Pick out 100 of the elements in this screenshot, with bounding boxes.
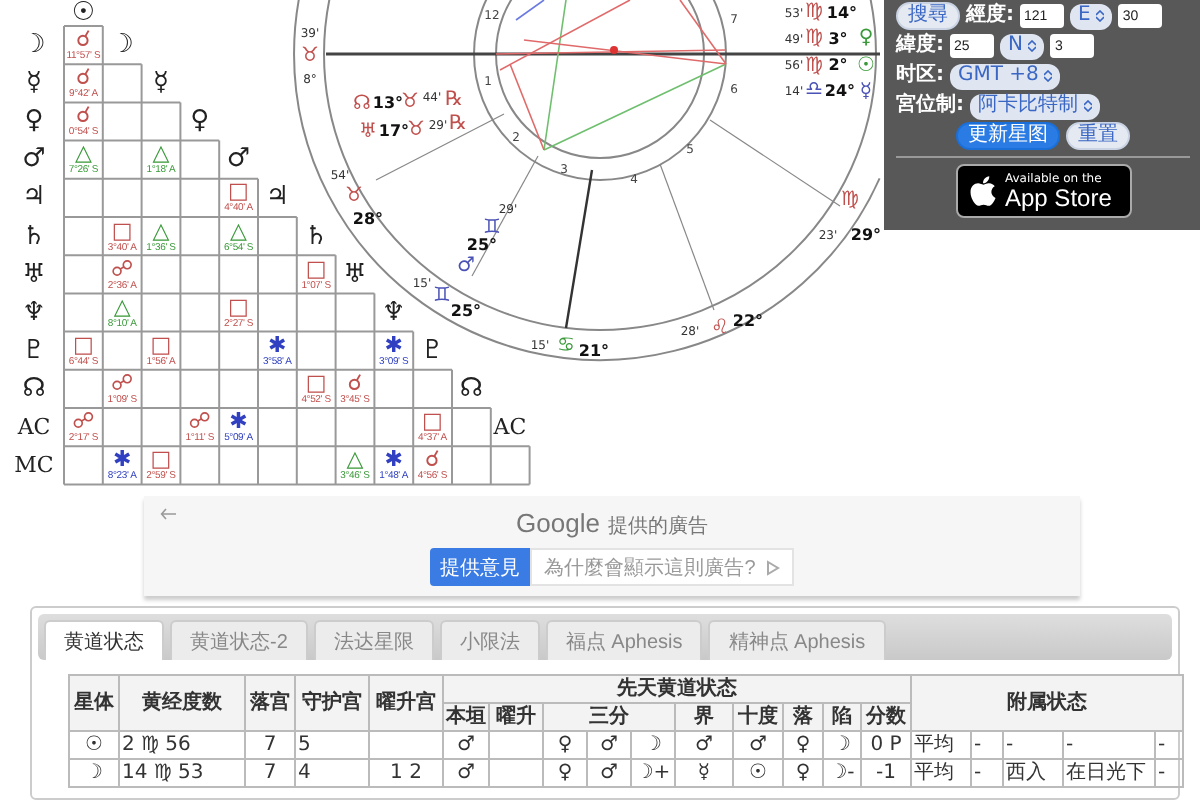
table-cell: ♀ [543,731,587,759]
action-button[interactable]: 搜尋 [896,2,960,30]
table-cell: ☉ [733,759,783,787]
tab[interactable]: 福点 Aphesis [545,620,703,660]
planet-glyph: ♅ [341,257,369,294]
action-button[interactable]: 更新星图 [956,122,1060,150]
square-icon: □ [150,333,172,356]
square-icon: □ [305,257,327,280]
zodiac-glyph: ♌ [711,317,729,340]
table-cell: 1 2 [369,759,443,787]
table-cell: -1 [861,759,912,787]
apple-icon [965,174,999,208]
zodiac-glyph: ♉ [401,91,419,114]
select-arrows-icon [1028,40,1037,52]
table-cell: 14 ♍ 53 [119,759,245,787]
action-button[interactable]: 重置 [1066,122,1130,150]
zodiac-glyph: ♀ [858,27,874,50]
table-cell: - [1155,731,1184,759]
select-field[interactable]: E [1070,3,1113,29]
row-label: ♇ [20,333,48,370]
table-cell: 在日光下 [1063,759,1156,787]
opposition-icon: ☍ [111,371,134,394]
select-field[interactable]: 阿卡比特制 [970,93,1100,119]
zodiac-glyph: ♎ [805,79,823,102]
table-cell: ☽ [631,731,675,759]
conjunction-icon: ☌ [425,448,440,471]
table-cell: ☽+ [631,759,675,787]
field-label: 宮位制: [896,94,964,118]
zodiac-glyph: ♍ [805,55,823,78]
trine-icon: △ [113,295,131,318]
zodiac-glyph: ♍ [805,1,823,24]
why-this-ad-button[interactable]: 為什麼會顯示這則廣告? [530,548,794,586]
zodiac-glyph: ☉ [857,55,875,78]
table-cell: 西入 [1003,759,1064,787]
table-cell: ☽ [69,759,119,787]
select-field[interactable]: N [1000,33,1045,59]
table-cell: 平均 [911,759,972,787]
row-label: ♆ [20,295,48,332]
planet-dot [610,46,618,54]
column-header: 先天黄道状态 [443,675,912,703]
tab[interactable]: 黄道状态-2 [170,620,308,660]
row-label: ♃ [20,180,48,217]
column-header: 落宫 [245,675,295,731]
field-label: 緯度: [896,34,944,58]
trine-icon: △ [74,142,92,165]
row-label: AC [15,411,53,444]
square-icon: □ [228,180,249,203]
degree-text: 17° [378,122,410,141]
tab[interactable]: 黄道状态 [44,620,164,660]
feedback-button[interactable]: 提供意見 [430,548,531,586]
planet-glyph: ☉ [69,0,98,26]
table-cell: ♀ [783,759,823,787]
column-header: 界 [675,703,733,731]
row-label: ♄ [20,219,48,256]
table-cell: 0 P [861,731,912,759]
planet-glyph: ♆ [379,295,408,332]
degree-text: 25° [466,236,498,255]
planet-glyph: ☽ [108,28,136,65]
tab[interactable]: 法达星限 [313,620,434,660]
field-label: 时区: [896,64,944,88]
square-icon: □ [150,448,172,471]
sextile-icon: ✱ [384,333,403,356]
zodiac-glyph: ♍ [805,27,823,50]
degree-text: 28° [352,210,384,229]
degree-text: 3° [828,30,848,49]
table-cell: ♂ [443,759,489,787]
table-cell: ☽- [823,759,861,787]
triangle-icon [765,559,780,575]
zodiac-glyph: ℞ [449,113,467,136]
table-cell: - [971,759,1004,787]
square-icon: □ [111,219,133,242]
planet-glyph: ♄ [302,219,330,256]
row-label: ☿ [24,66,44,103]
table-cell: ☉ [69,731,119,759]
degree-text: 25° [450,302,482,321]
column-header: 星体 [69,675,119,731]
table-cell: - [1063,731,1156,759]
zodiac-glyph: ♉ [407,119,425,142]
degree-text: 29° [850,226,882,245]
select-field[interactable]: GMT +8 [950,63,1061,89]
tab[interactable]: 小限法 [439,620,540,660]
table-cell: - [1155,759,1184,787]
planet-glyph: ♃ [263,180,291,217]
back-arrow-icon[interactable] [160,508,176,520]
table-cell: ♂ [443,731,489,759]
degree-text: 22° [732,312,764,331]
row-label: ♅ [20,257,48,294]
sextile-icon: ✱ [229,409,248,432]
opposition-icon: ☍ [72,409,95,432]
row-label: ♂ [20,142,48,179]
conjunction-icon: ☌ [347,371,363,394]
zodiac-glyph: ♊ [433,285,451,308]
table-cell: ♂ [587,759,631,787]
planet-glyph: AC [491,411,529,444]
tab[interactable]: 精神点 Aphesis [708,620,886,660]
table-cell: 7 [245,731,295,759]
zodiac-glyph: ♉ [301,45,319,68]
degree-text: 2° [828,56,848,75]
zodiac-glyph: ♂ [457,255,475,278]
zodiac-glyph: ♋ [557,335,575,358]
